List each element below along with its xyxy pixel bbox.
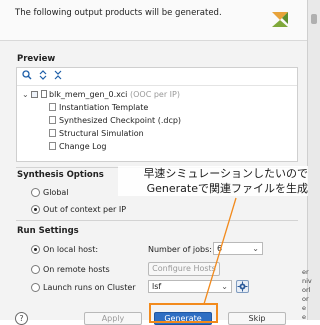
- cluster-select[interactable]: lsf ⌄: [148, 280, 232, 293]
- list-item-label: Instantiation Template: [59, 103, 149, 112]
- document-icon: [49, 142, 56, 150]
- list-item-label: Synthesized Checkpoint (.dcp): [59, 116, 182, 125]
- jobs-value: 6: [217, 244, 223, 253]
- generate-highlight-box: [149, 303, 218, 323]
- tree-root-label: blk_mem_gen_0.xci: [49, 90, 128, 99]
- expand-all-icon[interactable]: [52, 70, 64, 82]
- background-text: or: [302, 295, 309, 303]
- preview-panel: ⌄ blk_mem_gen_0.xci (OOC per IP) Instant…: [16, 67, 298, 162]
- ip-core-icon: [31, 91, 38, 98]
- file-icon: [41, 90, 47, 98]
- skip-button[interactable]: Skip: [228, 312, 286, 325]
- preview-toolbar: [17, 68, 297, 86]
- global-label: Global: [43, 188, 69, 197]
- synthesis-options-title: Synthesis Options: [17, 170, 104, 180]
- tree-root-row[interactable]: ⌄ blk_mem_gen_0.xci (OOC per IP): [17, 89, 297, 100]
- list-item-label: Change Log: [59, 142, 107, 151]
- gear-icon: [237, 281, 248, 292]
- ooc-note: (OOC per IP): [130, 90, 180, 99]
- ooc-radio[interactable]: [31, 205, 40, 214]
- background-text: niv: [302, 277, 312, 285]
- document-icon: [49, 129, 56, 137]
- ooc-label: Out of context per IP: [43, 205, 127, 214]
- list-item-label: Structural Simulation: [59, 129, 144, 138]
- configure-hosts-button[interactable]: Configure Hosts: [148, 262, 220, 276]
- dialog-header: The following output products will be ge…: [0, 0, 307, 41]
- run-settings-title: Run Settings: [17, 226, 79, 236]
- cluster-value: lsf: [152, 282, 162, 291]
- vivado-logo-icon: [272, 12, 288, 27]
- annotation-callout: 早速シミュレーションしたいので Generateで関連ファイルを生成: [118, 166, 308, 196]
- chevron-down-icon: ⌄: [252, 244, 259, 253]
- divider: [16, 220, 298, 221]
- list-item[interactable]: Instantiation Template: [17, 102, 297, 113]
- apply-button[interactable]: Apply: [84, 312, 142, 325]
- document-icon: [49, 103, 56, 111]
- collapse-all-icon[interactable]: [37, 70, 49, 82]
- background-text: e: [302, 304, 306, 312]
- header-message: The following output products will be ge…: [15, 8, 222, 18]
- annotation-line-2: Generateで関連ファイルを生成: [146, 182, 308, 195]
- document-icon: [49, 116, 56, 124]
- help-button[interactable]: ?: [15, 312, 28, 325]
- scrollbar-thumb[interactable]: [311, 14, 317, 24]
- local-host-label: On local host:: [43, 245, 99, 254]
- list-item[interactable]: Synthesized Checkpoint (.dcp): [17, 115, 297, 126]
- background-text: orl: [302, 286, 311, 294]
- background-text: er: [302, 268, 309, 276]
- cluster-settings-button[interactable]: [236, 280, 249, 293]
- search-icon[interactable]: [21, 70, 33, 82]
- jobs-label: Number of jobs:: [148, 245, 212, 254]
- remote-hosts-label: On remote hosts: [43, 265, 110, 274]
- remote-hosts-radio[interactable]: [31, 265, 40, 274]
- annotation-line-1: 早速シミュレーションしたいので: [143, 167, 308, 180]
- chevron-down-icon[interactable]: ⌄: [22, 89, 29, 100]
- chevron-down-icon: ⌄: [221, 282, 228, 291]
- list-item[interactable]: Change Log: [17, 141, 297, 152]
- jobs-select[interactable]: 6 ⌄: [213, 242, 263, 255]
- cluster-label: Launch runs on Cluster: [43, 283, 136, 292]
- list-item[interactable]: Structural Simulation: [17, 128, 297, 139]
- preview-title: Preview: [17, 54, 56, 64]
- global-radio[interactable]: [31, 188, 40, 197]
- local-host-radio[interactable]: [31, 245, 40, 254]
- cluster-radio[interactable]: [31, 283, 40, 292]
